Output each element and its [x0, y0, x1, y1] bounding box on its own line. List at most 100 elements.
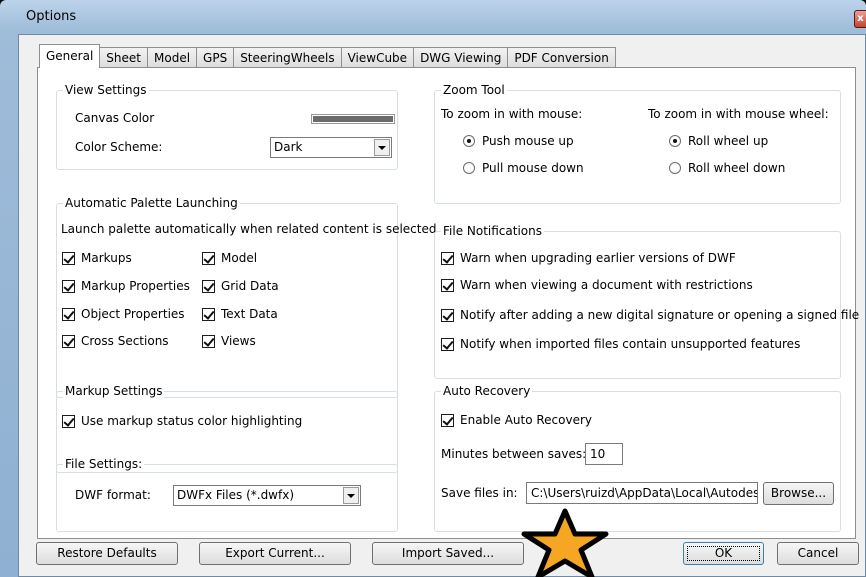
import-saved-button[interactable]: Import Saved...	[372, 542, 524, 565]
palette-launching-group: Automatic Palette Launching Launch palet…	[56, 196, 436, 398]
radio-icon[interactable]	[463, 162, 475, 174]
zoom-tool-group: Zoom Tool To zoom in with mouse: To zoom…	[434, 83, 841, 204]
window-title: Options	[26, 9, 77, 24]
checkbox-icon[interactable]	[202, 307, 215, 321]
checkbox-icon[interactable]	[441, 278, 454, 292]
checkbox-notify-signature[interactable]: Notify after adding a new digital signat…	[441, 308, 859, 322]
checkbox-label: Grid Data	[221, 279, 279, 293]
file-settings-legend: File Settings:	[63, 457, 145, 471]
checkbox-label: Enable Auto Recovery	[460, 413, 593, 427]
checkbox-label: Notify when imported files contain unsup…	[460, 337, 801, 351]
checkbox-views[interactable]: Views	[202, 334, 256, 348]
canvas-color-label: Canvas Color	[75, 111, 155, 125]
radio-label: Pull mouse down	[482, 161, 584, 175]
checkbox-markup-properties[interactable]: Markup Properties	[62, 279, 190, 293]
checkbox-label: Text Data	[221, 307, 278, 321]
save-in-label: Save files in:	[441, 486, 518, 500]
checkbox-label: Warn when viewing a document with restri…	[460, 278, 753, 292]
checkbox-enable-auto-recovery[interactable]: Enable Auto Recovery	[441, 413, 592, 427]
palette-legend: Automatic Palette Launching	[63, 196, 240, 210]
tab-sheet[interactable]: Sheet	[99, 47, 148, 68]
checkbox-icon[interactable]	[441, 337, 454, 351]
star-icon	[521, 508, 609, 577]
canvas-color-swatch[interactable]	[311, 114, 395, 124]
general-tab-panel: View Settings Canvas Color Color Scheme:…	[37, 67, 859, 539]
radio-label: Roll wheel down	[688, 161, 786, 175]
color-scheme-value: Dark	[274, 140, 303, 154]
radio-roll-wheel-up[interactable]: Roll wheel up	[669, 134, 768, 148]
radio-icon[interactable]	[463, 135, 475, 147]
dialog-client: General Sheet Model GPS SteeringWheels V…	[18, 34, 866, 577]
close-icon[interactable]: x	[854, 10, 866, 28]
dwf-format-select[interactable]: DWFx Files (*.dwfx)	[173, 485, 361, 506]
color-scheme-label: Color Scheme:	[75, 140, 163, 154]
checkbox-label: Cross Sections	[81, 334, 169, 348]
checkbox-markup-highlighting[interactable]: Use markup status color highlighting	[62, 414, 302, 428]
minutes-input[interactable]: 10	[585, 443, 623, 465]
checkbox-warn-upgrading[interactable]: Warn when upgrading earlier versions of …	[441, 251, 736, 265]
export-current-button[interactable]: Export Current...	[199, 542, 351, 565]
checkbox-label: Warn when upgrading earlier versions of …	[460, 251, 736, 265]
checkbox-icon[interactable]	[441, 251, 454, 265]
zoom-tool-legend: Zoom Tool	[441, 83, 507, 97]
tab-steeringwheels[interactable]: SteeringWheels	[233, 47, 342, 68]
tab-general[interactable]: General	[39, 44, 101, 68]
checkbox-label: Markups	[81, 251, 132, 265]
file-settings-group: File Settings: DWF format: DWFx Files (*…	[56, 457, 398, 532]
checkbox-icon[interactable]	[441, 308, 454, 322]
tab-viewcube[interactable]: ViewCube	[340, 47, 415, 68]
checkbox-label: Model	[221, 251, 258, 265]
save-path-input[interactable]: C:\Users\ruizd\AppData\Local\Autodesk\	[526, 482, 758, 504]
tab-model[interactable]: Model	[147, 47, 198, 68]
ok-button[interactable]: OK	[683, 542, 764, 565]
focus-rectangle	[687, 546, 760, 561]
checkbox-icon[interactable]	[441, 413, 454, 427]
star-shape	[521, 508, 609, 577]
checkbox-label: Markup Properties	[81, 279, 190, 293]
tab-gps[interactable]: GPS	[196, 47, 235, 68]
radio-icon[interactable]	[669, 162, 681, 174]
markup-settings-legend: Markup Settings	[63, 384, 165, 398]
checkbox-icon[interactable]	[202, 334, 215, 348]
radio-push-mouse-up[interactable]: Push mouse up	[463, 134, 574, 148]
checkbox-icon[interactable]	[202, 251, 215, 265]
palette-description: Launch palette automatically when relate…	[61, 222, 437, 236]
checkbox-grid-data[interactable]: Grid Data	[202, 279, 279, 293]
tab-dwg-viewing[interactable]: DWG Viewing	[413, 47, 509, 68]
checkbox-warn-restrictions[interactable]: Warn when viewing a document with restri…	[441, 278, 753, 292]
radio-label: Roll wheel up	[688, 134, 769, 148]
checkbox-icon[interactable]	[62, 279, 75, 293]
zoom-mouse-heading: To zoom in with mouse:	[441, 107, 583, 121]
chevron-down-icon[interactable]	[374, 139, 390, 156]
radio-pull-mouse-down[interactable]: Pull mouse down	[463, 161, 584, 175]
file-notifications-group: File Notifications Warn when upgrading e…	[434, 224, 859, 379]
file-notifications-legend: File Notifications	[441, 224, 544, 238]
options-window: Options x General Sheet Model GPS Steeri…	[0, 0, 866, 577]
checkbox-label: Views	[221, 334, 256, 348]
checkbox-icon[interactable]	[62, 307, 75, 321]
dwf-format-label: DWF format:	[75, 488, 151, 502]
checkbox-icon[interactable]	[62, 251, 75, 265]
tab-strip: General Sheet Model GPS SteeringWheels V…	[39, 44, 616, 68]
checkbox-notify-unsupported[interactable]: Notify when imported files contain unsup…	[441, 337, 800, 351]
radio-roll-wheel-down[interactable]: Roll wheel down	[669, 161, 785, 175]
tab-pdf-conversion[interactable]: PDF Conversion	[507, 47, 616, 68]
checkbox-icon[interactable]	[202, 279, 215, 293]
restore-defaults-button[interactable]: Restore Defaults	[36, 542, 178, 565]
radio-icon[interactable]	[669, 135, 681, 147]
cancel-button[interactable]: Cancel	[777, 542, 859, 565]
checkbox-icon[interactable]	[62, 414, 75, 428]
checkbox-model[interactable]: Model	[202, 251, 257, 265]
view-settings-group: View Settings Canvas Color Color Scheme:…	[56, 83, 398, 170]
checkbox-text-data[interactable]: Text Data	[202, 307, 278, 321]
zoom-wheel-heading: To zoom in with mouse wheel:	[648, 107, 829, 121]
color-scheme-select[interactable]: Dark	[270, 137, 392, 158]
browse-button[interactable]: Browse...	[763, 482, 834, 505]
checkbox-cross-sections[interactable]: Cross Sections	[62, 334, 169, 348]
title-bar[interactable]: Options x	[0, 0, 866, 34]
checkbox-object-properties[interactable]: Object Properties	[62, 307, 185, 321]
checkbox-markups[interactable]: Markups	[62, 251, 132, 265]
checkbox-icon[interactable]	[62, 334, 75, 348]
checkbox-label: Use markup status color highlighting	[81, 414, 303, 428]
chevron-down-icon[interactable]	[343, 487, 359, 504]
